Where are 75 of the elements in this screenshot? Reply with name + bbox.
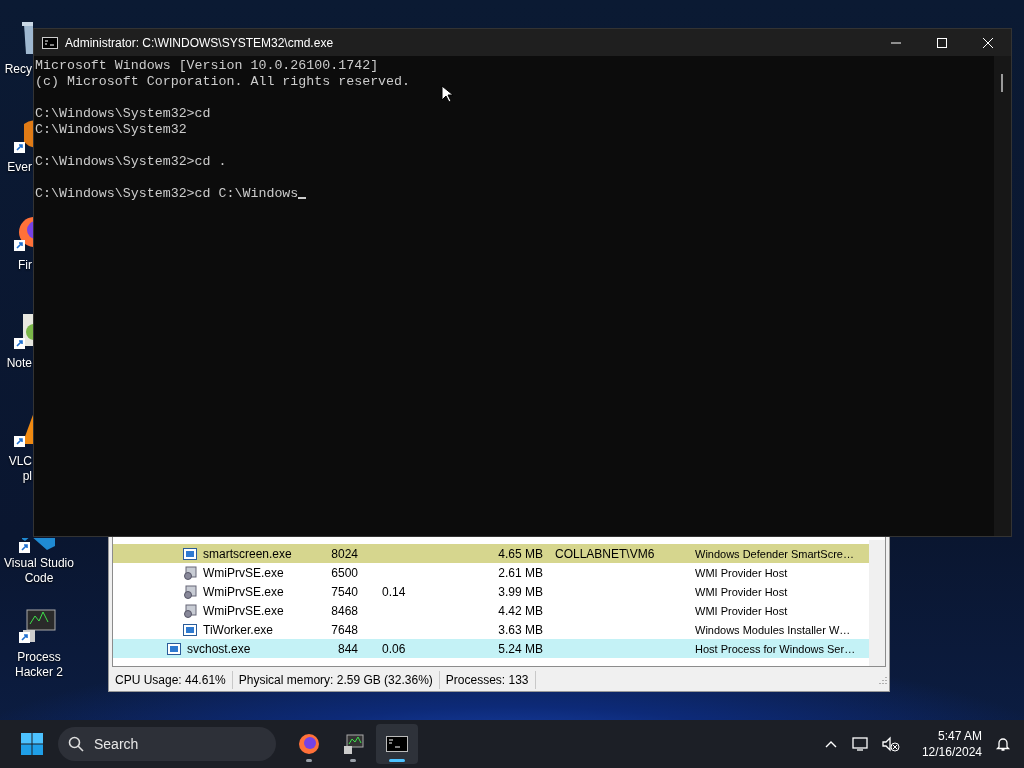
- search-icon: [68, 736, 84, 752]
- pid-cell: 844: [337, 641, 358, 656]
- pid-cell: 7540: [331, 584, 358, 599]
- process-name: TiWorker.exe: [203, 622, 274, 637]
- icon-label: Hacker 2: [15, 665, 63, 680]
- window-icon: [183, 622, 197, 637]
- windows-start-icon[interactable]: [20, 732, 44, 756]
- description-cell: Windows Modules Installer W…: [695, 623, 851, 636]
- resize-grip-icon[interactable]: [877, 675, 887, 686]
- private-bytes-cell: 2.61 MB: [498, 565, 543, 580]
- console-line: C:\Windows\System32>cd .: [35, 154, 227, 170]
- icon-label: pl: [22, 469, 32, 484]
- console-line: (c) Microsoft Corporation. All rights reserved.: [35, 74, 411, 90]
- console-line: C:\Windows\System32>cd C:\Windows: [35, 186, 299, 202]
- console-line: C:\Windows\System32>cd: [35, 106, 211, 122]
- window-title: Administrator: C:\WINDOWS\SYSTEM32\cmd.exe: [65, 35, 334, 50]
- private-bytes-cell: 3.63 MB: [498, 622, 543, 637]
- pid-cell: 7648: [331, 622, 358, 637]
- clock-time: 5:47 AM: [937, 728, 982, 744]
- pid-cell: 6500: [331, 565, 358, 580]
- search-field[interactable]: Search: [58, 727, 276, 761]
- status-bar-field: Physical memory: 2.59 GB (32.36%): [232, 671, 440, 690]
- process-name: WmiPrvSE.exe: [203, 603, 284, 618]
- process-name: WmiPrvSE.exe: [203, 584, 284, 599]
- gear-window-icon: [183, 584, 197, 599]
- gear-window-icon: [183, 603, 197, 618]
- cpu-cell: 0.06: [382, 641, 406, 656]
- firefox-icon: [297, 732, 321, 756]
- pid-cell: 8468: [331, 603, 358, 618]
- private-bytes-cell: 5.24 MB: [498, 641, 543, 656]
- status-bar-field: Processes: 133: [439, 671, 536, 690]
- pid-cell: 8024: [331, 546, 358, 561]
- icon-label: VLC: [8, 454, 32, 469]
- status-bar-field: CPU Usage: 44.61%: [109, 671, 233, 690]
- speaker-muted-icon[interactable]: [881, 736, 900, 752]
- description-cell: Windows Defender SmartScre…: [695, 547, 854, 560]
- maximize-icon: [936, 36, 948, 49]
- icon-label: Recy: [4, 62, 32, 77]
- scrollbar[interactable]: [994, 56, 1011, 536]
- process-name: WmiPrvSE.exe: [203, 565, 284, 580]
- taskbar-app-button[interactable]: [376, 724, 418, 764]
- scrollbar[interactable]: [869, 540, 885, 666]
- console-line: Microsoft Windows [Version 10.0.26100.1742]: [35, 58, 379, 74]
- private-bytes-cell: 4.42 MB: [498, 603, 543, 618]
- icon-label: Fir: [18, 258, 32, 273]
- process-name: svchost.exe: [187, 641, 251, 656]
- icon-label: Ever: [7, 160, 32, 175]
- network-monitor-icon[interactable]: [851, 736, 870, 752]
- gear-window-icon: [183, 565, 197, 580]
- text-cursor: [298, 197, 307, 199]
- mouse-pointer-icon: [441, 85, 453, 103]
- terminal-icon: [42, 36, 58, 49]
- window-icon: [183, 546, 197, 561]
- console-line: C:\Windows\System32: [35, 122, 187, 138]
- description-cell: WMI Provider Host: [695, 585, 788, 598]
- private-bytes-cell: 4.65 MB: [498, 546, 543, 561]
- process-row[interactable]: svchost.exe 844 0.06 5.24 MB Host Process for Windows Ser…: [113, 639, 869, 658]
- icon-label: Note: [6, 356, 32, 371]
- cpu-cell: 0.14: [382, 584, 406, 599]
- icon-label: Process: [17, 650, 61, 665]
- description-cell: WMI Provider Host: [695, 604, 788, 617]
- user-name-cell: COLLABNET\VM6: [555, 546, 655, 561]
- clock[interactable]: 5:47 AM 12/16/2024: [921, 728, 982, 760]
- icon-label: Code: [24, 571, 54, 586]
- window-icon: [167, 641, 181, 656]
- description-cell: WMI Provider Host: [695, 566, 788, 579]
- monitor-icon: [341, 732, 365, 756]
- private-bytes-cell: 3.99 MB: [498, 584, 543, 599]
- description-cell: Host Process for Windows Ser…: [695, 642, 856, 655]
- process-row[interactable]: smartscreen.exe 8024 4.65 MB COLLABNET\VM6 Windows Defender SmartScre…: [113, 544, 869, 563]
- close-icon: [982, 36, 994, 49]
- clock-date: 12/16/2024: [921, 744, 982, 760]
- process-name: smartscreen.exe: [203, 546, 292, 561]
- bell-icon[interactable]: [994, 736, 1012, 752]
- icon-label: Visual Studio: [4, 556, 74, 571]
